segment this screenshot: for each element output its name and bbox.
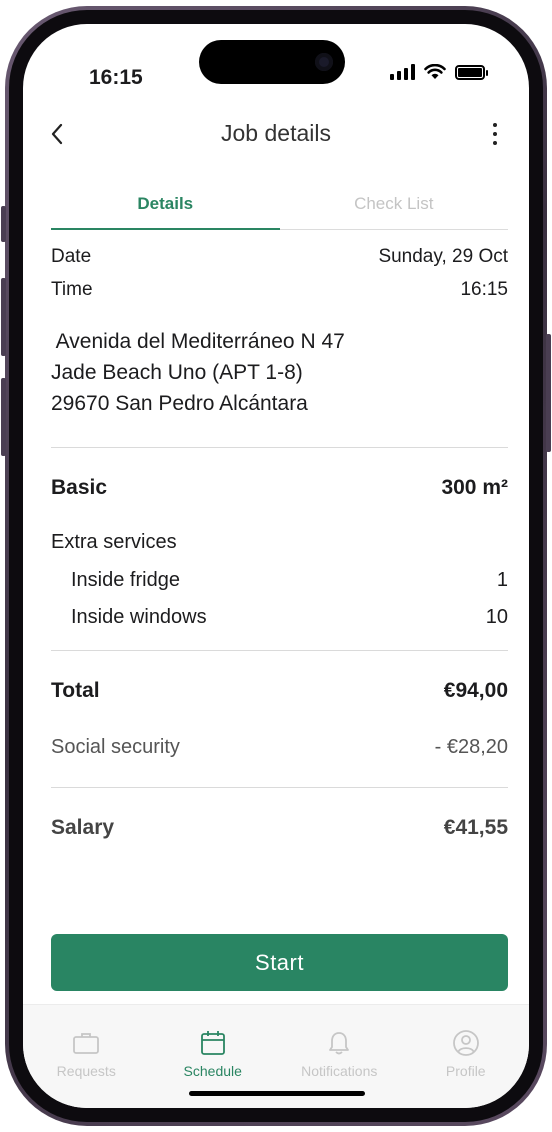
basic-row: Basic 300 m² [51, 468, 508, 508]
date-label: Date [51, 246, 92, 267]
status-time: 16:15 [89, 66, 143, 89]
extra-service-row: Inside windows 10 [51, 599, 508, 636]
total-label: Total [51, 679, 100, 702]
power-button [546, 334, 551, 452]
time-value: 16:15 [460, 279, 508, 300]
date-row: Date Sunday, 29 Oct [51, 240, 508, 274]
tab-bar-label: Profile [445, 1063, 486, 1079]
start-button[interactable]: Start [51, 934, 508, 991]
calendar-icon [199, 1029, 227, 1057]
tabs: Details Check List [51, 194, 508, 230]
address: Avenida del Mediterráneo N 47 Jade Beach… [51, 326, 508, 419]
social-security-value: - €28,20 [434, 735, 508, 758]
phone-frame: 16:15 Job details Details Check List Dat… [5, 6, 547, 1126]
divider [51, 650, 508, 651]
divider [51, 447, 508, 448]
tab-details[interactable]: Details [51, 194, 280, 230]
screen: 16:15 Job details Details Check List Dat… [23, 24, 529, 1108]
tab-check-list[interactable]: Check List [280, 194, 509, 229]
profile-icon [452, 1029, 480, 1057]
wifi-icon [424, 64, 446, 79]
tab-bar-label: Notifications [301, 1063, 378, 1079]
extra-service-value: 10 [485, 606, 508, 628]
battery-icon [455, 64, 488, 80]
tab-bar: Requests Schedule Notifications Profile [23, 1004, 529, 1108]
total-row: Total €94,00 [51, 671, 508, 711]
date-value: Sunday, 29 Oct [378, 246, 508, 267]
briefcase-icon [72, 1029, 100, 1057]
dynamic-island [199, 40, 345, 84]
salary-label: Salary [51, 816, 115, 839]
extra-service-label: Inside windows [71, 606, 207, 628]
home-indicator [189, 1091, 365, 1096]
tab-bar-label: Schedule [183, 1063, 242, 1079]
volume-down-button [1, 378, 6, 456]
job-details: Date Sunday, 29 Oct Time 16:15 Avenida d… [51, 240, 508, 848]
salary-row: Salary €41,55 [51, 808, 508, 848]
social-security-label: Social security [51, 735, 180, 758]
tab-bar-item-profile[interactable]: Profile [403, 1005, 530, 1108]
page-title: Job details [221, 120, 331, 146]
more-options-icon[interactable] [485, 120, 505, 148]
address-line: Avenida del Mediterráneo N 47 [51, 330, 345, 353]
basic-value: 300 m² [441, 476, 508, 499]
time-row: Time 16:15 [51, 274, 508, 306]
divider [51, 787, 508, 788]
time-label: Time [51, 279, 93, 300]
silent-switch [1, 206, 6, 242]
status-icons [390, 64, 488, 80]
header: Job details [23, 108, 529, 158]
bell-icon [325, 1029, 353, 1057]
basic-label: Basic [51, 476, 108, 499]
tab-bar-label: Requests [56, 1063, 116, 1079]
social-security-row: Social security - €28,20 [51, 727, 508, 767]
tab-bar-item-requests[interactable]: Requests [23, 1005, 150, 1108]
extra-services-title: Extra services [51, 530, 177, 553]
extra-service-label: Inside fridge [71, 569, 180, 591]
total-value: €94,00 [443, 679, 508, 702]
signal-icon [390, 64, 415, 80]
address-line: Jade Beach Uno (APT 1-8) [51, 361, 303, 384]
extra-service-value: 1 [496, 569, 508, 591]
address-line: 29670 San Pedro Alcántara [51, 392, 308, 415]
extra-service-row: Inside fridge 1 [51, 562, 508, 599]
salary-value: €41,55 [443, 816, 508, 839]
volume-up-button [1, 278, 6, 356]
